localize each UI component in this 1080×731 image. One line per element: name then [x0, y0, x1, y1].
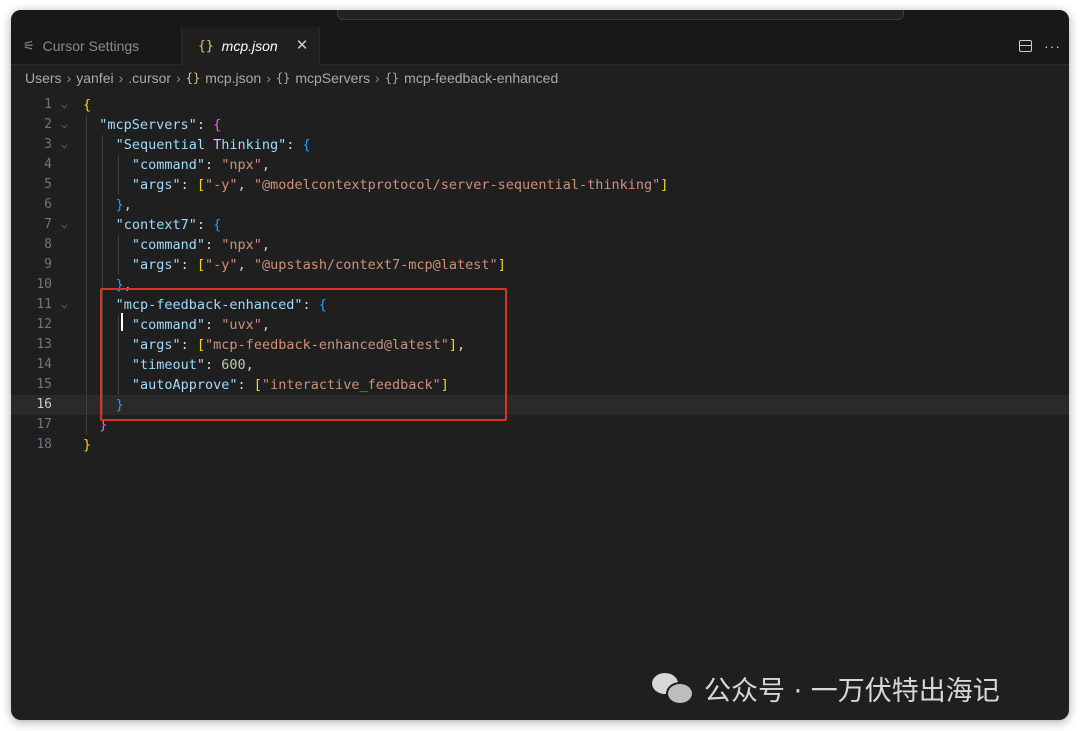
- line-number: 7: [44, 217, 52, 232]
- code-text: "mcpServers": {: [99, 117, 222, 133]
- highlight-annotation-box: [100, 288, 507, 421]
- breadcrumb-item-cursor[interactable]: .cursor: [128, 70, 171, 86]
- code-text: "Sequential Thinking": {: [115, 137, 311, 153]
- indent-guide: [118, 235, 120, 275]
- line-number: 3: [44, 137, 52, 152]
- editor-actions: ···: [1019, 27, 1061, 64]
- line-number: 13: [36, 337, 52, 352]
- command-center[interactable]: [337, 10, 904, 20]
- line-number: 18: [36, 437, 52, 452]
- object-icon: {}: [275, 70, 291, 85]
- line-number: 5: [44, 177, 52, 192]
- close-icon[interactable]: ✕: [293, 36, 311, 54]
- code-text: "context7": {: [115, 217, 222, 233]
- code-line[interactable]: 3 ⌵ "Sequential Thinking": {: [11, 135, 1069, 155]
- tab-label: Cursor Settings: [42, 37, 140, 54]
- fold-chevron-icon[interactable]: ⌵: [61, 215, 75, 235]
- code-line[interactable]: 9 "args": ["-y", "@upstash/context7-mcp@…: [11, 255, 1069, 275]
- code-line[interactable]: 1 ⌵ {: [11, 95, 1069, 115]
- fold-chevron-icon[interactable]: ⌵: [61, 115, 75, 135]
- code-line[interactable]: 2 ⌵ "mcpServers": {: [11, 115, 1069, 135]
- tab-cursor-settings[interactable]: ⚟ Cursor Settings: [11, 27, 182, 64]
- line-number: 11: [36, 297, 52, 312]
- fold-chevron-icon[interactable]: ⌵: [61, 135, 75, 155]
- indent-guide: [86, 115, 87, 435]
- code-text: "command": "npx",: [131, 237, 271, 253]
- breadcrumb-item-mcpservers[interactable]: mcpServers: [295, 70, 370, 86]
- line-number: 6: [44, 197, 52, 212]
- breadcrumb-item-users[interactable]: Users: [25, 70, 62, 86]
- tab-bar: ⚟ Cursor Settings {} mcp.json ✕ ···: [11, 27, 1069, 65]
- chevron-right-icon: ›: [118, 69, 124, 86]
- breadcrumb-item-file[interactable]: mcp.json: [205, 70, 261, 86]
- code-text: "args": ["-y", "@modelcontextprotocol/se…: [131, 177, 669, 193]
- line-number: 12: [36, 317, 52, 332]
- tab-label: mcp.json: [221, 38, 278, 54]
- fold-chevron-icon[interactable]: ⌵: [61, 295, 75, 315]
- breadcrumb: Users › yanfei › .cursor › {} mcp.json ›…: [11, 65, 1069, 90]
- line-number: 16: [36, 397, 52, 412]
- code-text: "command": "npx",: [131, 157, 271, 173]
- json-braces-icon: {}: [198, 38, 214, 54]
- code-line[interactable]: 8 "command": "npx",: [11, 235, 1069, 255]
- code-line[interactable]: 5 "args": ["-y", "@modelcontextprotocol/…: [11, 175, 1069, 195]
- indent-guide: [118, 155, 120, 195]
- line-number: 4: [44, 157, 52, 172]
- fold-chevron-icon[interactable]: ⌵: [61, 95, 75, 115]
- code-line[interactable]: 18}: [11, 435, 1069, 455]
- code-line[interactable]: 4 "command": "npx",: [11, 155, 1069, 175]
- chevron-right-icon: ›: [375, 69, 380, 86]
- tab-mcp-json[interactable]: {} mcp.json ✕: [182, 27, 320, 65]
- chevron-right-icon: ›: [266, 69, 271, 86]
- line-number: 2: [44, 117, 52, 132]
- watermark-text: 公众号 · 一万伏特出海记: [704, 675, 1000, 707]
- line-number: 1: [44, 97, 52, 112]
- object-icon: {}: [384, 70, 400, 85]
- line-number: 9: [44, 257, 52, 272]
- split-editor-icon[interactable]: [1019, 39, 1032, 52]
- editor-window: ⚟ Cursor Settings {} mcp.json ✕ ··· User…: [11, 10, 1069, 720]
- chevron-right-icon: ›: [66, 69, 72, 86]
- line-number: 17: [36, 417, 52, 432]
- json-file-icon: {}: [185, 70, 201, 85]
- settings-icon: ⚟: [23, 37, 35, 53]
- line-number: 8: [44, 237, 52, 252]
- code-line[interactable]: 6 },: [11, 195, 1069, 215]
- more-actions-icon[interactable]: ···: [1044, 38, 1061, 54]
- title-bar: [11, 10, 1069, 27]
- code-text: "args": ["-y", "@upstash/context7-mcp@la…: [131, 257, 506, 273]
- line-number: 10: [36, 277, 52, 292]
- code-line[interactable]: 7 ⌵ "context7": {: [11, 215, 1069, 235]
- code-text: }: [83, 437, 92, 453]
- watermark: 公众号 · 一万伏特出海记: [652, 668, 1000, 708]
- line-number: 15: [36, 377, 52, 392]
- code-text: {: [83, 97, 92, 113]
- wechat-icon: [652, 671, 694, 705]
- line-number: 14: [36, 357, 52, 372]
- breadcrumb-item-yanfei[interactable]: yanfei: [76, 70, 113, 86]
- breadcrumb-item-server[interactable]: mcp-feedback-enhanced: [404, 70, 558, 86]
- chevron-right-icon: ›: [176, 69, 181, 86]
- code-text: },: [115, 197, 132, 213]
